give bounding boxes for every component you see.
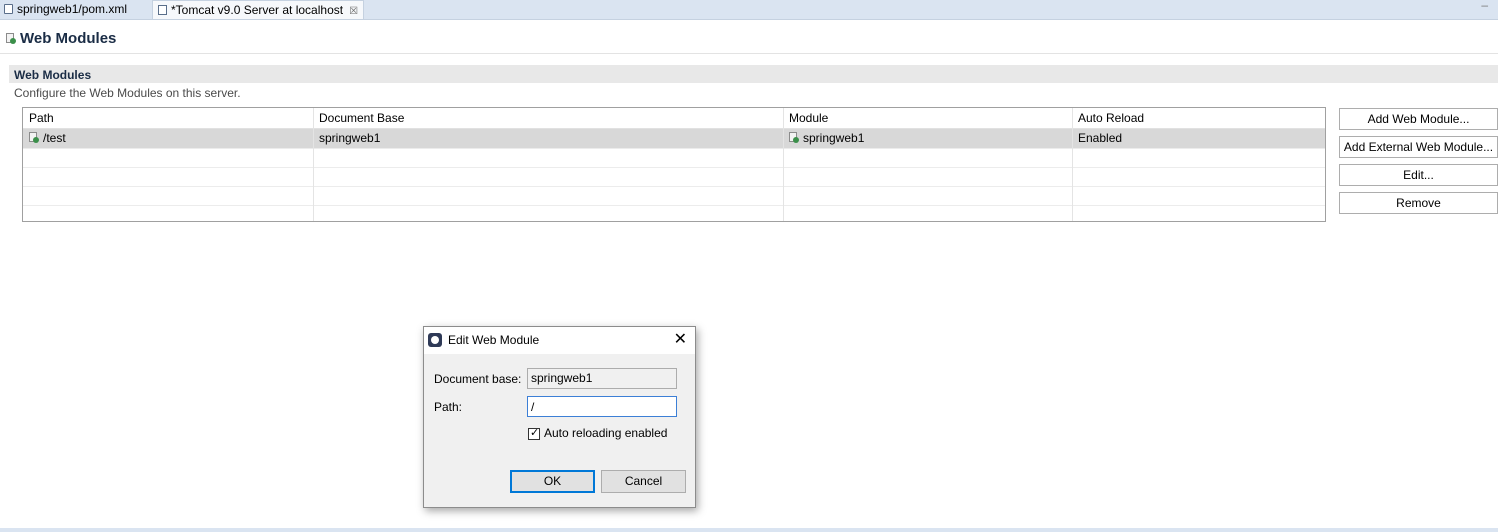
web-module-icon <box>29 132 39 143</box>
section-description: Configure the Web Modules on this server… <box>14 86 241 100</box>
table-row-empty <box>23 167 1325 187</box>
pom-file-icon <box>4 4 13 14</box>
tab-tomcat-server-label: *Tomcat v9.0 Server at localhost <box>171 3 344 17</box>
cancel-button[interactable]: Cancel <box>601 470 686 493</box>
web-modules-table[interactable]: Path Document Base Module Auto Reload /t… <box>22 107 1326 222</box>
editor-tab-bar: springweb1/pom.xml *Tomcat v9.0 Server a… <box>0 0 1498 20</box>
server-icon <box>158 5 167 15</box>
add-web-module-button[interactable]: Add Web Module... <box>1339 108 1498 130</box>
edit-web-module-dialog: Edit Web Module ✕ Document base: springw… <box>423 326 696 508</box>
cell-document-base: springweb1 <box>319 131 381 145</box>
column-divider[interactable] <box>783 108 784 221</box>
column-header-document-base[interactable]: Document Base <box>313 108 783 128</box>
add-external-web-module-button[interactable]: Add External Web Module... <box>1339 136 1498 158</box>
eclipse-icon <box>428 333 442 347</box>
document-base-field: springweb1 <box>527 368 677 389</box>
cell-module: springweb1 <box>783 129 1072 148</box>
bottom-tab-strip <box>0 528 1498 532</box>
cell-path: /test <box>23 129 313 148</box>
column-divider[interactable] <box>313 108 314 221</box>
column-header-module[interactable]: Module <box>783 108 1072 128</box>
close-icon[interactable]: ✕ <box>674 329 687 349</box>
project-icon <box>789 132 799 143</box>
table-row-empty <box>23 186 1325 206</box>
section-title: Web Modules <box>14 68 92 82</box>
column-header-auto-reload[interactable]: Auto Reload <box>1072 108 1325 128</box>
column-divider[interactable] <box>1072 108 1073 221</box>
remove-button[interactable]: Remove <box>1339 192 1498 214</box>
cell-module-text: springweb1 <box>803 131 865 145</box>
header-divider <box>0 53 1498 54</box>
table-row[interactable]: /test springweb1 springweb1 Enabled <box>23 129 1325 149</box>
tab-pom-xml[interactable]: springweb1/pom.xml <box>0 0 154 19</box>
auto-reload-label[interactable]: Auto reloading enabled <box>544 426 667 440</box>
edit-button[interactable]: Edit... <box>1339 164 1498 186</box>
minimize-icon[interactable]: – <box>1481 0 1488 12</box>
ok-button[interactable]: OK <box>510 470 595 493</box>
column-header-path[interactable]: Path <box>23 108 313 128</box>
path-label: Path: <box>434 400 463 414</box>
table-header: Path Document Base Module Auto Reload <box>23 108 1325 129</box>
cell-path-text: /test <box>43 131 66 145</box>
web-module-icon <box>6 33 16 44</box>
dialog-title: Edit Web Module <box>448 333 540 347</box>
section-header[interactable]: Web Modules <box>9 65 1498 83</box>
document-base-label: Document base: <box>434 372 522 386</box>
table-row-empty <box>23 148 1325 168</box>
page-title: Web Modules <box>6 30 116 47</box>
page-title-text: Web Modules <box>20 30 117 47</box>
close-tab-icon[interactable]: ☒ <box>349 6 358 17</box>
tab-tomcat-server[interactable]: *Tomcat v9.0 Server at localhost ☒ <box>152 0 364 19</box>
dialog-titlebar[interactable]: Edit Web Module ✕ <box>424 327 695 354</box>
tab-pom-xml-label: springweb1/pom.xml <box>17 2 128 16</box>
path-input[interactable] <box>527 396 677 417</box>
cell-auto-reload: Enabled <box>1078 131 1123 145</box>
auto-reload-checkbox[interactable] <box>528 426 540 440</box>
